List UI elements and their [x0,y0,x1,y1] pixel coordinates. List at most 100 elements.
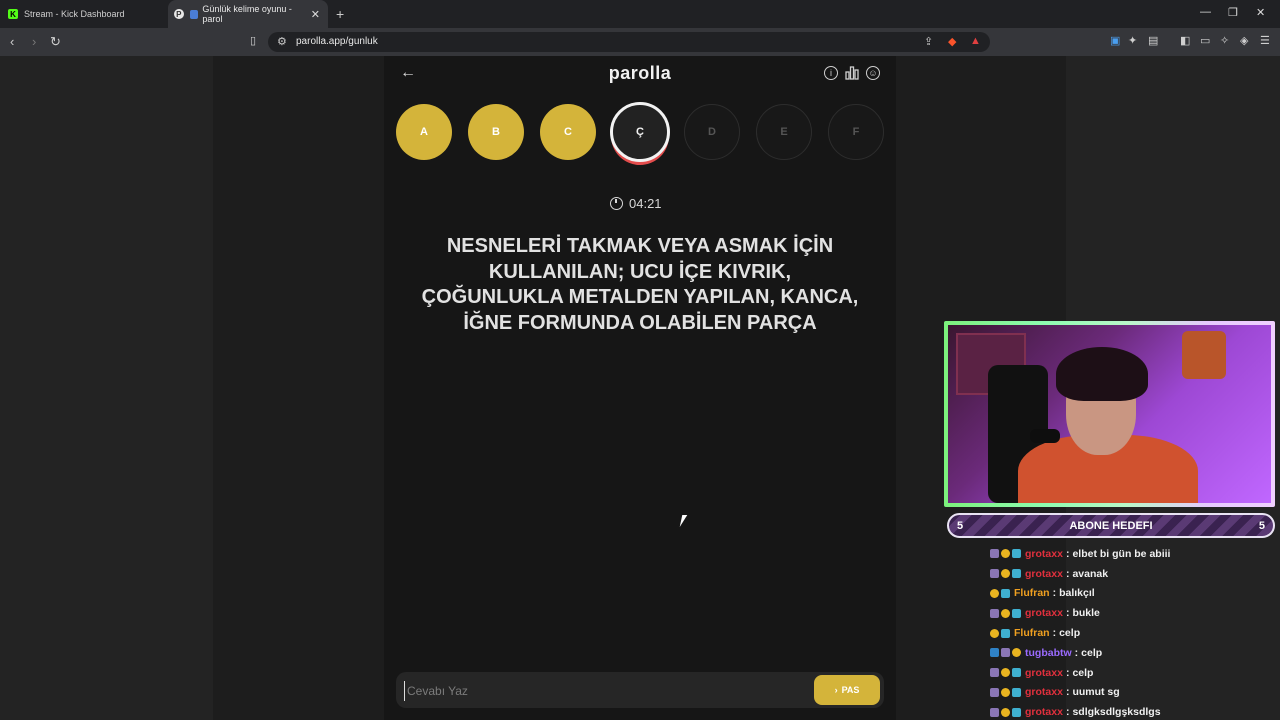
wallet-icon[interactable]: ▭ [1200,34,1210,47]
chat-separator: : [1074,646,1079,659]
subscriber-goal-bar: 5 ABONE HEDEFI 5 [947,513,1275,538]
stats-icon[interactable] [845,66,859,80]
sub-badge-icon [990,608,999,618]
timer-value: 04:21 [629,196,662,211]
parolla-icon: P [174,9,184,19]
bot-badge-icon [1012,668,1021,678]
chat-separator: : [1065,706,1070,719]
vpn-icon[interactable]: ◈ [1240,34,1248,47]
page-icon [189,9,199,19]
chat-text: uumut sg [1072,686,1120,699]
info-icon[interactable]: i [824,66,838,80]
clock-icon [610,197,623,210]
puzzle-icon[interactable]: ✦ [1128,34,1137,47]
profile-icon[interactable]: ☺ [866,66,880,80]
tab-kick-dashboard[interactable]: K Stream - Kick Dashboard [8,0,163,28]
leo-icon[interactable]: ✧ [1220,34,1229,47]
chat-message: grotaxx: bukle [990,603,1275,623]
letter-bubble-d: D [684,104,740,160]
bot-badge-icon [1012,707,1021,717]
chat-message: grotaxx: uumut sg [990,683,1275,703]
chat-username: grotaxx [1025,666,1063,679]
letter-bubble-b: B [468,104,524,160]
chat-overlay: grotaxx: elbet bi gün be abiii grotaxx: ava… [990,544,1275,720]
new-tab-button[interactable]: + [336,6,344,22]
chat-text: avanak [1072,567,1109,580]
chat-separator: : [1065,666,1070,679]
gold-badge-icon [1001,687,1010,697]
chat-text: celp [1072,666,1094,679]
gold-badge-icon [1001,608,1010,618]
sidebar-icon[interactable]: ◧ [1180,34,1190,47]
streamer-hair [1056,347,1148,401]
bot-badge-icon [1012,687,1021,697]
menu-icon[interactable]: ☰ [1260,34,1270,47]
gold-badge-icon [1001,668,1010,678]
bot-badge-icon [1001,588,1010,598]
goal-current: 5 [957,519,964,532]
close-window-button[interactable]: ✕ [1256,6,1265,19]
extension-icon[interactable]: ▣ [1110,34,1120,47]
letter-bubble-c-cedilla: Ç [610,102,670,162]
question-text: NESNELERİ TAKMAK VEYA ASMAK İÇİN KULLANI… [421,235,859,334]
answer-bar: › PAS [396,672,884,708]
goal-target: 5 [1258,519,1265,532]
bookmark-icon[interactable]: ▯ [250,34,256,47]
chat-text: bukle [1072,607,1100,620]
wall-jersey [1182,331,1226,379]
sub-badge-icon [1001,648,1010,658]
letter-bubble-e: E [756,104,812,160]
restore-button[interactable]: ❐ [1228,6,1238,19]
brave-shield-icon[interactable]: ◆ [948,35,956,48]
pass-button[interactable]: › PAS [814,675,880,705]
address-bar[interactable]: ⚙ parolla.app/gunluk ⇪ ◆ ▲ [268,32,990,52]
back-button[interactable]: ‹ [10,34,14,49]
microphone [1030,429,1060,443]
tab-parolla[interactable]: P Günlük kelime oyunu - parol ✕ [168,0,328,28]
chat-username: Flufran [1014,627,1050,640]
chat-username: tugbabtw [1025,646,1072,659]
gold-badge-icon [990,588,999,598]
reload-button[interactable]: ↻ [50,34,61,50]
chat-text: celp [1081,646,1103,659]
app-logo: parolla [608,63,672,83]
chat-separator: : [1065,686,1070,699]
minimize-button[interactable]: — [1200,6,1211,18]
gold-badge-icon [1001,707,1010,717]
chat-separator: : [1052,627,1057,640]
sub-badge-icon [990,687,999,697]
chat-separator: : [1052,587,1057,600]
bot-badge-icon [1012,569,1021,579]
answer-input[interactable] [404,681,809,701]
chat-text: balıkçıl [1059,587,1095,600]
pass-label: PAS [841,685,860,695]
site-info-icon[interactable]: ⚙ [277,35,287,48]
chevron-right-icon: › [834,685,838,695]
tab-bar: K Stream - Kick Dashboard P Günlük kelim… [0,0,1280,28]
chat-message: grotaxx: avanak [990,564,1275,584]
forward-button[interactable]: › [32,34,36,49]
chat-message: grotaxx: celp [990,663,1275,683]
sub-badge-icon [990,707,999,717]
chat-message: Flufran: balıkçıl [990,584,1275,604]
chat-separator: : [1065,607,1070,620]
chat-message: Flufran: celp [990,623,1275,643]
share-icon[interactable]: ⇪ [924,35,933,48]
chat-username: grotaxx [1025,607,1063,620]
media-icon[interactable]: ▤ [1148,34,1158,47]
gold-badge-icon [990,628,999,638]
sub-badge-icon [990,569,999,579]
back-arrow-icon[interactable]: ← [400,64,416,82]
timer: 04:21 [610,196,690,211]
browser-toolbar: ‹ › ↻ ▯ ⚙ parolla.app/gunluk ⇪ ◆ ▲ [0,28,1280,56]
chat-username: grotaxx [1025,706,1063,719]
goal-label: ABONE HEDEFI [1069,519,1153,532]
rewards-icon[interactable]: ▲ [970,35,981,47]
letter-bubble-a: A [396,104,452,160]
chat-username: grotaxx [1025,567,1063,580]
chat-username: grotaxx [1025,686,1063,699]
chat-message: grotaxx: elbet bi gün be abiii [990,544,1275,564]
webcam-frame [944,321,1275,507]
kick-icon: K [8,9,18,19]
close-tab-icon[interactable]: ✕ [311,8,320,21]
